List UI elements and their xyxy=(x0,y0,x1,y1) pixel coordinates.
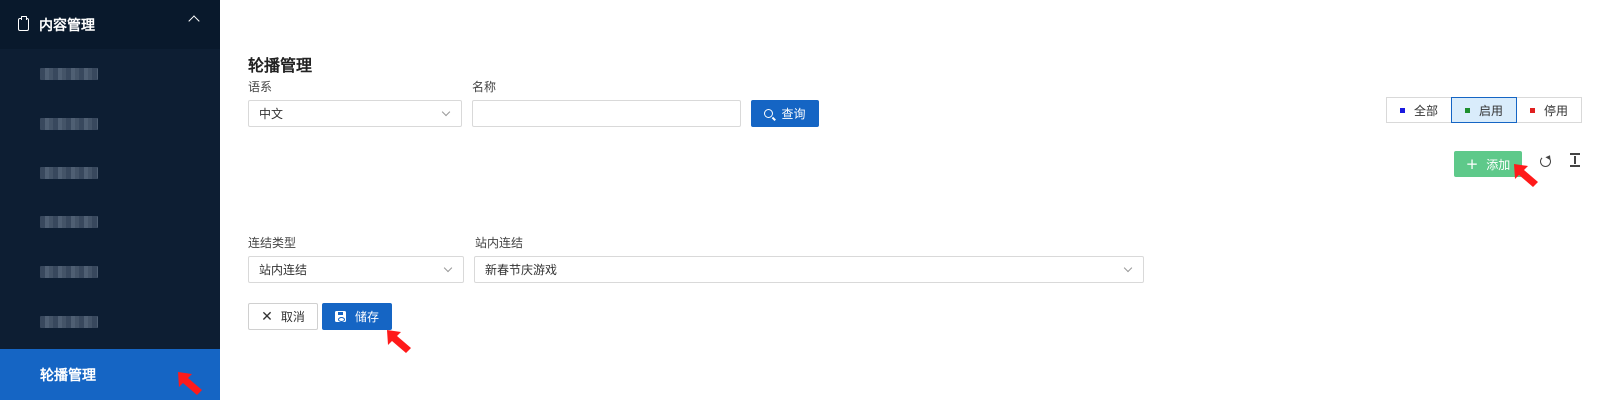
name-input[interactable] xyxy=(472,100,741,127)
save-icon xyxy=(334,311,346,322)
sidebar-group-label: 内容管理 xyxy=(39,17,95,34)
page-title: 轮播管理 xyxy=(248,56,313,75)
sidebar-item-blurred-1[interactable] xyxy=(40,68,98,80)
status-filter-enabled[interactable]: 启用 xyxy=(1451,97,1517,123)
search-button-label: 查询 xyxy=(781,107,806,121)
collapse-icon[interactable] xyxy=(1569,153,1581,167)
link-type-select[interactable]: 站内连结 xyxy=(248,256,464,283)
status-filter-all[interactable]: 全部 xyxy=(1386,97,1452,123)
link-type-select-value: 站内连结 xyxy=(259,263,308,277)
close-icon: ✕ xyxy=(261,308,273,325)
search-button[interactable]: 查询 xyxy=(751,100,819,127)
search-icon xyxy=(764,109,774,118)
plus-icon: + xyxy=(1465,154,1479,173)
chevron-up-icon xyxy=(188,15,200,27)
internal-link-label: 站内连结 xyxy=(475,236,524,250)
name-label: 名称 xyxy=(472,80,497,94)
sidebar-item-label: 轮播管理 xyxy=(40,367,96,384)
sidebar-item-blurred-6[interactable] xyxy=(40,316,98,328)
chevron-down-icon xyxy=(1123,263,1133,273)
save-button-label: 储存 xyxy=(354,310,379,324)
cancel-button[interactable]: ✕ 取消 xyxy=(248,303,318,330)
sidebar-item-blurred-2[interactable] xyxy=(40,118,98,130)
chevron-down-icon xyxy=(443,263,453,273)
cancel-button-label: 取消 xyxy=(280,310,305,324)
status-filter-all-label: 全部 xyxy=(1413,103,1438,118)
clipboard-icon xyxy=(18,16,29,31)
sidebar: 内容管理 轮播管理 xyxy=(0,0,220,400)
language-select-value: 中文 xyxy=(259,107,284,121)
internal-link-select-value: 新春节庆游戏 xyxy=(485,263,558,277)
language-label: 语系 xyxy=(248,80,273,94)
save-button[interactable]: 储存 xyxy=(322,303,392,330)
internal-link-select[interactable]: 新春节庆游戏 xyxy=(474,256,1144,283)
add-button-label: 添加 xyxy=(1486,157,1511,172)
pointer-arrow-icon xyxy=(178,372,202,395)
pointer-arrow-icon xyxy=(1514,164,1538,187)
status-filter-enabled-label: 启用 xyxy=(1478,103,1503,118)
status-filter-disabled[interactable]: 停用 xyxy=(1516,97,1582,123)
pointer-arrow-icon xyxy=(387,330,411,353)
chevron-down-icon xyxy=(441,107,451,117)
blue-dot-icon xyxy=(1399,107,1405,113)
sidebar-item-blurred-3[interactable] xyxy=(40,167,98,179)
status-filter-disabled-label: 停用 xyxy=(1543,103,1568,118)
green-dot-icon xyxy=(1464,107,1470,113)
language-select[interactable]: 中文 xyxy=(248,100,462,127)
red-dot-icon xyxy=(1529,107,1535,113)
sidebar-item-blurred-4[interactable] xyxy=(40,216,98,228)
sidebar-item-blurred-5[interactable] xyxy=(40,266,98,278)
sidebar-group-content-management[interactable]: 内容管理 xyxy=(0,0,220,49)
link-type-label: 连结类型 xyxy=(248,236,297,250)
